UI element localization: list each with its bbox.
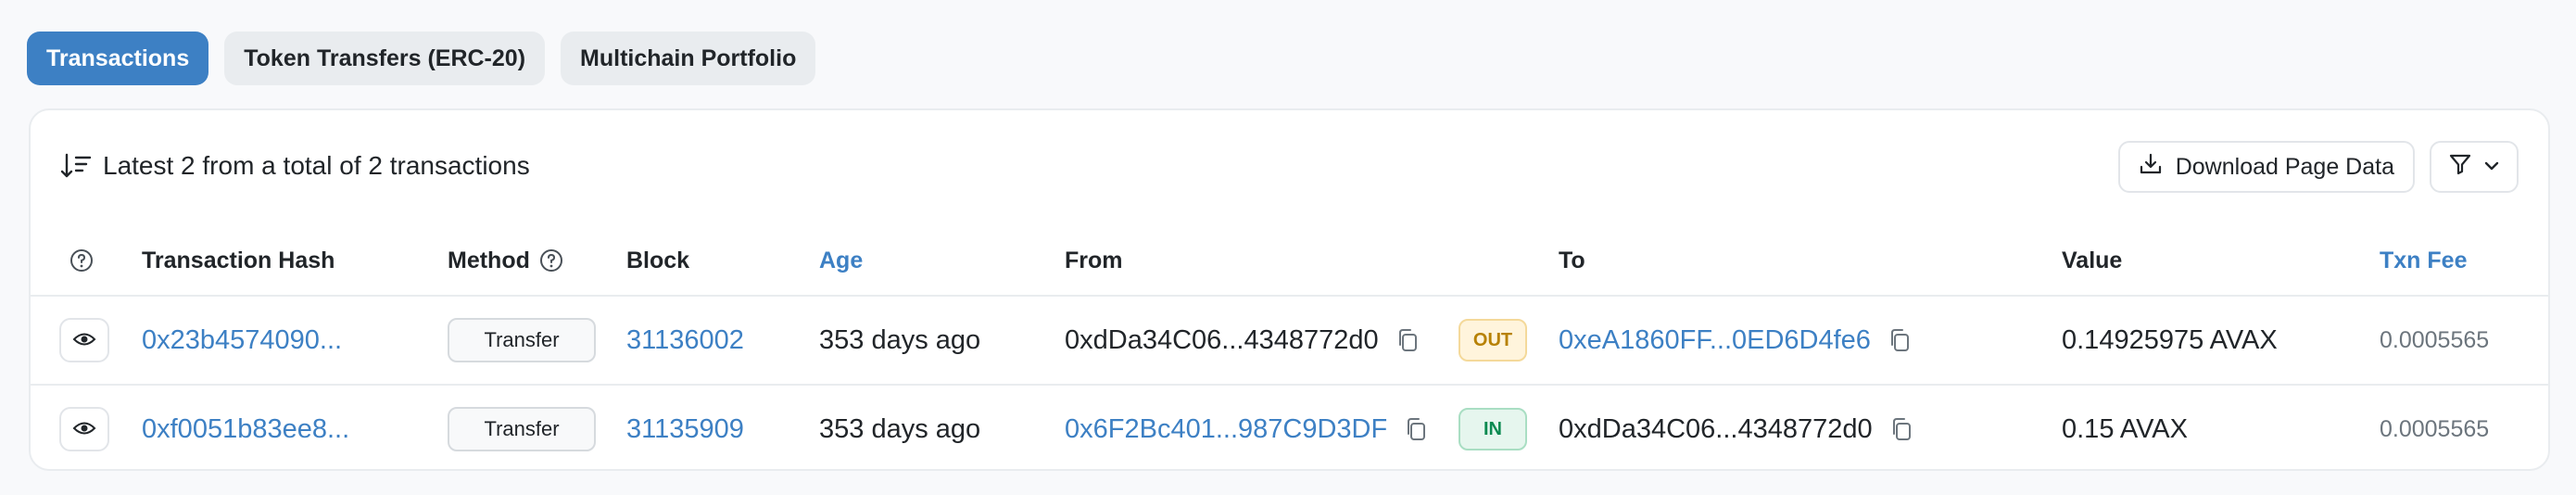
transaction-hash-link[interactable]: 0xf0051b83ee8... (142, 386, 349, 473)
direction-badge-in: IN (1458, 408, 1527, 451)
eye-icon (72, 325, 96, 356)
from-address: 0x6F2Bc401...987C9D3DF (1065, 386, 1428, 473)
to-address: 0xeA1860FF...0ED6D4fe6 (1559, 297, 1912, 384)
col-transaction-hash: Transaction Hash (142, 248, 335, 273)
download-page-data-button[interactable]: Download Page Data (2117, 141, 2415, 193)
tab-multichain-portfolio[interactable]: Multichain Portfolio (561, 32, 816, 85)
copy-icon[interactable] (1395, 327, 1420, 353)
col-method: Method (448, 224, 563, 297)
txn-fee-text: 0.0005565 (2380, 326, 2490, 353)
summary: Latest 2 from a total of 2 transactions (60, 147, 530, 184)
col-block: Block (626, 248, 690, 273)
col-to: To (1559, 248, 1585, 273)
txn-fee-text: 0.0005565 (2380, 415, 2490, 442)
from-address-link[interactable]: 0x6F2Bc401...987C9D3DF (1065, 414, 1387, 445)
transaction-hash-link[interactable]: 0x23b4574090... (142, 297, 342, 384)
value-text: 0.14925975 AVAX (2062, 324, 2278, 355)
summary-text: Latest 2 from a total of 2 transactions (103, 151, 530, 180)
tab-transactions[interactable]: Transactions (27, 32, 209, 85)
block-link[interactable]: 31136002 (626, 297, 744, 384)
help-icon[interactable] (69, 224, 94, 297)
view-details-button[interactable] (59, 318, 109, 362)
filter-icon (2448, 152, 2472, 183)
col-method-label: Method (448, 248, 530, 273)
table-row: 0x23b4574090... Transfer 31136002 353 da… (31, 297, 2548, 386)
tab-bar: Transactions Token Transfers (ERC-20) Mu… (27, 32, 816, 85)
from-address: 0xdDa34C06...4348772d0 (1065, 297, 1420, 384)
value-text: 0.15 AVAX (2062, 413, 2188, 444)
age-text: 353 days ago (819, 413, 981, 444)
copy-icon[interactable] (1404, 416, 1428, 442)
table-header: Transaction Hash Method Block Age From T… (31, 224, 2548, 297)
method-badge: Transfer (448, 407, 596, 451)
to-address-text: 0xdDa34C06...4348772d0 (1559, 413, 1873, 444)
copy-icon[interactable] (1888, 327, 1912, 353)
age-text: 353 days ago (819, 324, 981, 355)
to-address-link[interactable]: 0xeA1860FF...0ED6D4fe6 (1559, 325, 1871, 356)
method-badge: Transfer (448, 318, 596, 362)
col-from: From (1065, 248, 1123, 273)
download-label: Download Page Data (2175, 153, 2394, 180)
col-value: Value (2062, 248, 2123, 273)
table-row: 0xf0051b83ee8... Transfer 31135909 353 d… (31, 386, 2548, 475)
sort-icon (60, 152, 92, 180)
chevron-down-icon (2483, 154, 2500, 181)
filter-button[interactable] (2430, 141, 2519, 193)
col-txn-fee[interactable]: Txn Fee (2380, 224, 2467, 297)
method-info-icon[interactable] (539, 248, 563, 273)
transactions-card: Latest 2 from a total of 2 transactions … (29, 108, 2550, 471)
tab-token-transfers[interactable]: Token Transfers (ERC-20) (224, 32, 546, 85)
download-icon (2139, 152, 2163, 183)
eye-icon (72, 414, 96, 445)
view-details-button[interactable] (59, 407, 109, 451)
header-actions: Download Page Data (2117, 141, 2519, 193)
col-age[interactable]: Age (819, 224, 863, 297)
from-address-text: 0xdDa34C06...4348772d0 (1065, 324, 1379, 355)
direction-badge-out: OUT (1458, 319, 1527, 362)
copy-icon[interactable] (1889, 416, 1913, 442)
to-address: 0xdDa34C06...4348772d0 (1559, 386, 1913, 473)
block-link[interactable]: 31135909 (626, 386, 744, 473)
